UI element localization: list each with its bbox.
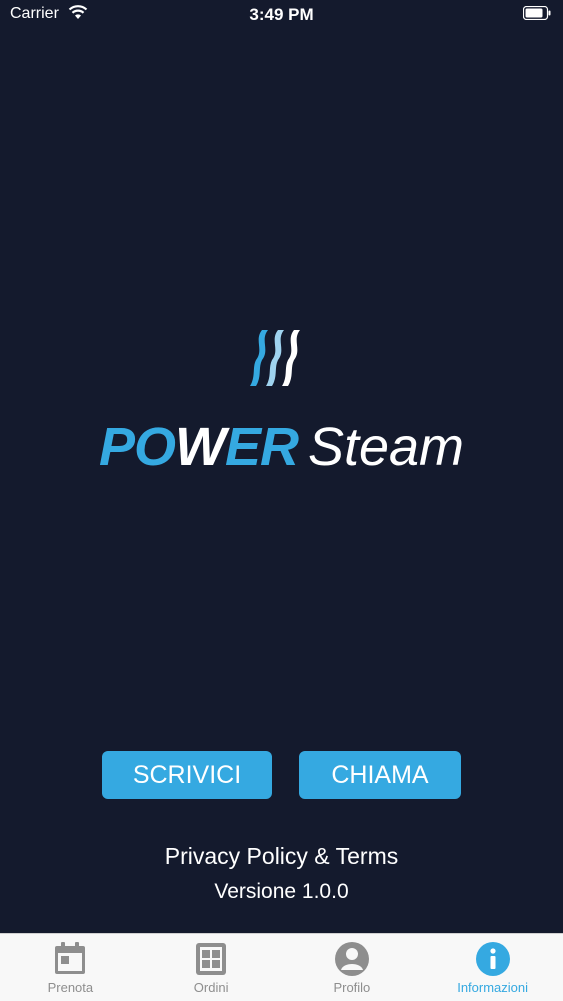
- privacy-policy-link[interactable]: Privacy Policy & Terms: [0, 843, 563, 870]
- tab-informazioni[interactable]: Informazioni: [422, 934, 563, 1001]
- brand-wordmark: POWER Steam: [0, 412, 563, 482]
- steam-logo-icon: [248, 330, 308, 386]
- tab-profilo[interactable]: Profilo: [282, 934, 423, 1001]
- tab-bar: Prenota Ordini Profilo Informazioni: [0, 933, 563, 1001]
- clock: 3:49 PM: [249, 5, 314, 24]
- brand-power-er: ER: [224, 417, 299, 477]
- brand-power-w: W: [174, 417, 226, 477]
- battery-icon: [522, 5, 551, 21]
- tab-label: Prenota: [47, 980, 94, 995]
- tab-ordini[interactable]: Ordini: [141, 934, 282, 1001]
- calendar-icon: [55, 942, 86, 974]
- info-icon: [475, 942, 510, 976]
- brand-power-po: PO: [98, 417, 176, 477]
- profile-icon: [334, 942, 369, 976]
- write-us-button[interactable]: SCRIVICI: [102, 751, 272, 799]
- status-bar: Carrier 3:49 PM: [0, 0, 563, 30]
- brand-steam: Steam: [307, 417, 465, 477]
- app-version: Versione 1.0.0: [214, 880, 349, 903]
- orders-icon: [196, 943, 227, 975]
- tab-label: Informazioni: [457, 980, 529, 995]
- call-button[interactable]: CHIAMA: [299, 751, 461, 799]
- tab-prenota[interactable]: Prenota: [0, 934, 141, 1001]
- tab-label: Profilo: [333, 980, 371, 995]
- tab-label: Ordini: [193, 980, 229, 995]
